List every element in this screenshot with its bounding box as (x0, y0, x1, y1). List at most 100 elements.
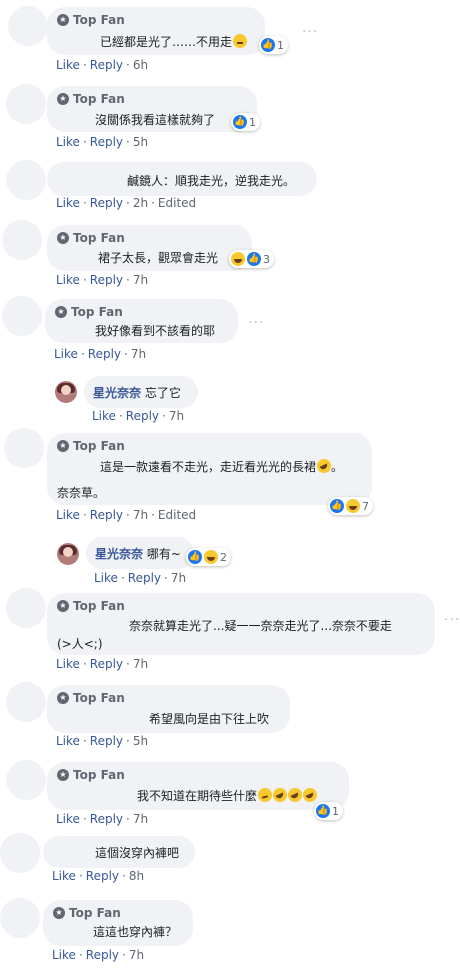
author-name[interactable]: 星光奈奈 (95, 547, 143, 561)
comment-text: 這個沒穿內褲吧 (95, 846, 180, 860)
top-fan-badge: ★ Top Fan (57, 599, 125, 613)
avatar[interactable] (2, 220, 42, 260)
like-icon: 👍 (316, 804, 330, 818)
comment-bubble: ★ Top Fan 希望風向是由下往上吹 (47, 685, 290, 733)
like-link[interactable]: Like (52, 948, 76, 962)
reply-link[interactable]: Reply (88, 347, 121, 361)
reply-link[interactable]: Reply (86, 869, 119, 883)
reaction-summary[interactable]: 👍 7 (328, 497, 373, 515)
top-fan-badge: ★ Top Fan (55, 305, 123, 319)
avatar[interactable] (0, 833, 40, 873)
timestamp[interactable]: 7h (131, 347, 146, 361)
reply-link[interactable]: Reply (128, 571, 161, 585)
comment-text: 希望風向是由下往上吹 (149, 712, 270, 726)
comment-bubble: 星光奈奈 忘了它 (84, 376, 198, 408)
reply-link[interactable]: Reply (90, 657, 123, 671)
reply-link[interactable]: Reply (90, 273, 123, 287)
haha-icon (231, 252, 245, 266)
like-link[interactable]: Like (56, 508, 80, 522)
reply-link[interactable]: Reply (90, 508, 123, 522)
avatar[interactable] (0, 898, 40, 938)
more-options-icon[interactable]: ··· (444, 612, 460, 628)
timestamp[interactable]: 7h (129, 948, 144, 962)
avatar[interactable] (55, 381, 77, 403)
reply-link[interactable]: Reply (86, 948, 119, 962)
comment-bubble: ★ Top Fan 我好像看到不該看的耶 (45, 299, 238, 343)
top-fan-badge: ★ Top Fan (57, 439, 125, 453)
like-link[interactable]: Like (94, 571, 118, 585)
like-link[interactable]: Like (56, 58, 80, 72)
star-icon: ★ (57, 232, 69, 244)
comment-bubble: ★ Top Fan 這這也穿內褲？ (43, 900, 193, 946)
like-link[interactable]: Like (56, 273, 80, 287)
reaction-summary[interactable]: 👍 2 (186, 548, 231, 566)
timestamp[interactable]: 8h (129, 869, 144, 883)
timestamp[interactable]: 6h (133, 58, 148, 72)
comment-text: 星光奈奈 哪有~ (95, 547, 181, 561)
comment-text-line2: 奈奈草。 (57, 486, 106, 500)
star-icon: ★ (55, 306, 67, 318)
avatar[interactable] (6, 160, 46, 200)
comment-actions: Like · Reply · 7h (56, 657, 149, 671)
timestamp[interactable]: 5h (133, 734, 148, 748)
like-link[interactable]: Like (56, 812, 80, 826)
timestamp[interactable]: 2h (133, 196, 148, 210)
avatar[interactable] (6, 84, 46, 124)
like-icon: 👍 (261, 38, 275, 52)
like-link[interactable]: Like (56, 196, 80, 210)
top-fan-badge: ★ Top Fan (57, 691, 125, 705)
reply-link[interactable]: Reply (90, 734, 123, 748)
comment-text: 沒關係我看這樣就夠了 (95, 113, 216, 127)
comment-actions: Like · Reply · 7h (56, 273, 149, 287)
reaction-summary[interactable]: 👍 3 (229, 250, 274, 268)
avatar[interactable] (4, 428, 44, 468)
avatar[interactable] (6, 588, 46, 628)
like-icon: 👍 (330, 499, 344, 513)
more-options-icon[interactable]: ··· (248, 315, 264, 331)
edited-label[interactable]: Edited (158, 196, 196, 210)
reaction-summary[interactable]: 👍 1 (314, 802, 343, 820)
comment-text: 鹹鏡人：順我走光，逆我走光。 (127, 174, 296, 188)
timestamp[interactable]: 7h (169, 409, 184, 423)
more-options-icon[interactable]: ··· (302, 24, 318, 40)
like-link[interactable]: Like (56, 135, 80, 149)
reaction-summary[interactable]: 👍 1 (231, 113, 260, 131)
reply-link[interactable]: Reply (90, 135, 123, 149)
like-link[interactable]: Like (56, 657, 80, 671)
star-icon: ★ (57, 440, 69, 452)
comment-bubble: ★ Top Fan 我不知道在期待些什麼 (47, 762, 349, 810)
reaction-summary[interactable]: 👍 1 (259, 36, 288, 54)
comment-text: 這這也穿內褲？ (93, 925, 178, 939)
avatar[interactable] (6, 760, 46, 800)
timestamp[interactable]: 7h (133, 508, 148, 522)
edited-label[interactable]: Edited (158, 508, 196, 522)
star-icon: ★ (57, 769, 69, 781)
reply-link[interactable]: Reply (126, 409, 159, 423)
reply-link[interactable]: Reply (90, 196, 123, 210)
comment-text: 我不知道在期待些什麼 (137, 787, 318, 804)
timestamp[interactable]: 5h (133, 135, 148, 149)
comment-bubble: 鹹鏡人：順我走光，逆我走光。 (47, 162, 317, 196)
rofl-emoji-icon (303, 788, 318, 802)
like-link[interactable]: Like (52, 869, 76, 883)
timestamp[interactable]: 7h (171, 571, 186, 585)
reply-link[interactable]: Reply (90, 812, 123, 826)
star-icon: ★ (53, 907, 65, 919)
like-link[interactable]: Like (92, 409, 116, 423)
star-icon: ★ (57, 692, 69, 704)
comment-bubble: ★ Top Fan 奈奈就算走光了...疑一一奈奈走光了...奈奈不要走 (>人<… (47, 593, 435, 655)
like-icon: 👍 (233, 115, 247, 129)
timestamp[interactable]: 7h (133, 812, 148, 826)
like-link[interactable]: Like (54, 347, 78, 361)
comment-actions: Like · Reply · 6h (56, 58, 149, 72)
like-link[interactable]: Like (56, 734, 80, 748)
avatar[interactable] (57, 543, 79, 565)
timestamp[interactable]: 7h (133, 657, 148, 671)
avatar[interactable] (6, 682, 46, 722)
expressionless-emoji-icon (233, 34, 248, 48)
author-name[interactable]: 星光奈奈 (93, 386, 141, 400)
timestamp[interactable]: 7h (133, 273, 148, 287)
avatar[interactable] (2, 296, 42, 336)
avatar[interactable] (8, 6, 48, 46)
reply-link[interactable]: Reply (90, 58, 123, 72)
